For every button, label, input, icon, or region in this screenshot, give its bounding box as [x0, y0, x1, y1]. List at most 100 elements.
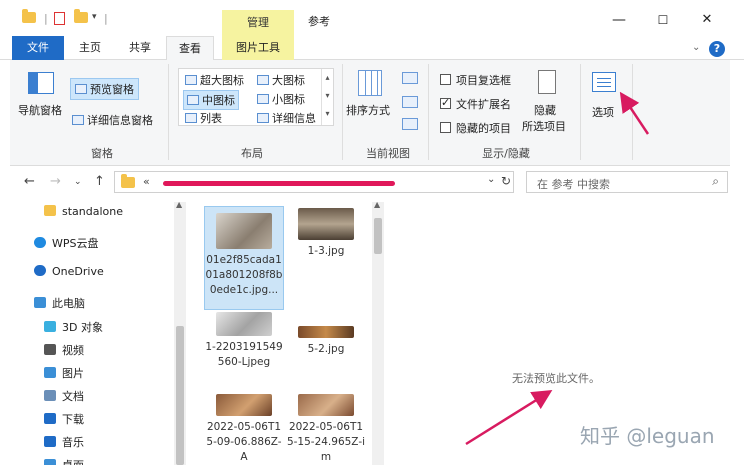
- layout-medium-label: 中图标: [202, 94, 235, 107]
- folder-icon: [44, 205, 56, 216]
- file-item[interactable]: 1-3.jpg: [286, 206, 366, 266]
- group-separator: [632, 64, 633, 160]
- close-button[interactable]: ✕: [694, 10, 720, 30]
- file-name: 2022-05-06T15-15-24.965Z-im: [286, 421, 366, 463]
- hide-button[interactable]: 隐藏: [534, 102, 556, 118]
- file-extensions-option[interactable]: 文件扩展名: [440, 96, 511, 112]
- redacted-path: [163, 181, 395, 186]
- layout-medium[interactable]: 中图标: [183, 90, 239, 110]
- collapse-ribbon-icon[interactable]: ⌄: [692, 42, 700, 53]
- nav-item-3d-objects[interactable]: 3D 对象: [44, 319, 103, 335]
- address-prefix: «: [143, 175, 150, 188]
- refresh-icon[interactable]: ↻: [501, 174, 511, 188]
- maximize-button[interactable]: ☐: [650, 10, 676, 30]
- selected-items-label[interactable]: 所选项目: [522, 118, 566, 134]
- help-icon[interactable]: ?: [709, 41, 725, 57]
- details-icon: [257, 113, 269, 123]
- file-item[interactable]: 1-2203191549560-Ljpeg: [204, 312, 284, 390]
- file-item[interactable]: 2022-05-06T15-09-06.886Z-A: [204, 394, 284, 465]
- size-columns-icon[interactable]: [402, 118, 418, 130]
- preview-pane-icon: [75, 84, 87, 94]
- picture-icon: [44, 367, 56, 378]
- nav-item-onedrive[interactable]: OneDrive: [34, 265, 104, 278]
- scroll-up-icon[interactable]: ▲: [176, 200, 182, 209]
- nav-item-label: 音乐: [62, 436, 84, 449]
- title-bar: | ▾ | 管理 参考 — ☐ ✕: [0, 0, 744, 36]
- layout-large[interactable]: 大图标: [257, 72, 305, 88]
- nav-item-label: standalone: [62, 205, 124, 218]
- context-tab-manage[interactable]: 管理: [222, 10, 294, 36]
- properties-icon[interactable]: [54, 12, 65, 28]
- layout-scroll[interactable]: ▴ ▾ ▾: [321, 69, 333, 125]
- nav-item-standalone[interactable]: standalone: [44, 205, 123, 218]
- nav-item-videos[interactable]: 视频: [44, 342, 84, 358]
- group-label-show-hide: 显示/隐藏: [482, 147, 530, 160]
- file-item[interactable]: 01e2f85cada101a801208f8b0ede1c.jpg...: [204, 206, 284, 310]
- item-checkboxes-option[interactable]: 项目复选框: [440, 72, 511, 88]
- download-icon: [44, 413, 56, 424]
- hidden-items-label: 隐藏的项目: [456, 122, 511, 135]
- search-input[interactable]: 在 参考 中搜索: [537, 176, 610, 192]
- layout-small[interactable]: 小图标: [257, 91, 305, 107]
- layout-list[interactable]: 列表: [185, 110, 222, 126]
- image-thumbnail: [216, 213, 272, 249]
- layout-details[interactable]: 详细信息: [257, 110, 316, 126]
- search-icon[interactable]: ⌕: [712, 174, 719, 189]
- layout-extra-large-label: 超大图标: [200, 74, 244, 87]
- file-scrollbar[interactable]: ▲: [372, 200, 384, 465]
- nav-item-pictures[interactable]: 图片: [44, 365, 84, 381]
- group-label-layout: 布局: [241, 147, 263, 160]
- file-item[interactable]: 5-2.jpg: [286, 326, 366, 366]
- watermark: 知乎 @leguan: [580, 424, 715, 448]
- preview-pane-button[interactable]: 预览窗格: [70, 78, 139, 100]
- file-item[interactable]: 2022-05-06T15-15-24.965Z-im: [286, 394, 366, 465]
- forward-icon[interactable]: →: [50, 174, 61, 189]
- group-label-panes: 窗格: [91, 147, 113, 160]
- nav-scroll-thumb[interactable]: [176, 326, 184, 465]
- options-button[interactable]: 选项: [592, 104, 614, 120]
- details-pane-button[interactable]: 详细信息窗格: [72, 112, 153, 128]
- group-by-icon[interactable]: [402, 72, 418, 84]
- tab-home[interactable]: 主页: [68, 36, 112, 60]
- file-scroll-thumb[interactable]: [374, 218, 382, 254]
- layout-extra-large[interactable]: 超大图标: [185, 72, 244, 88]
- sort-by-icon[interactable]: [358, 70, 382, 96]
- nav-pane-button[interactable]: 导航窗格: [18, 102, 62, 118]
- nav-item-music[interactable]: 音乐: [44, 434, 84, 450]
- navigation-pane: standalone WPS云盘 OneDrive 此电脑 3D 对象 视频 图…: [10, 198, 190, 465]
- preview-pane: 无法预览此文件。 知乎 @leguan: [394, 198, 730, 465]
- add-columns-icon[interactable]: [402, 96, 418, 108]
- sort-by-button[interactable]: 排序方式: [346, 102, 390, 118]
- ribbon-tabs: 文件 主页 共享 查看 图片工具 ⌄: [0, 36, 744, 61]
- address-dropdown-icon[interactable]: ⌄: [487, 174, 495, 185]
- tab-share[interactable]: 共享: [118, 36, 162, 60]
- tab-picture-tools[interactable]: 图片工具: [222, 36, 294, 60]
- back-icon[interactable]: ←: [24, 174, 35, 189]
- nav-item-wps-cloud[interactable]: WPS云盘: [34, 235, 99, 251]
- search-box[interactable]: 在 参考 中搜索 ⌕: [526, 171, 728, 193]
- address-bar[interactable]: « ⌄ ↻: [114, 171, 514, 193]
- new-folder-icon[interactable]: [74, 9, 88, 28]
- options-icon[interactable]: [592, 72, 616, 92]
- nav-item-documents[interactable]: 文档: [44, 388, 84, 404]
- minimize-button[interactable]: —: [606, 10, 632, 30]
- nav-item-this-pc[interactable]: 此电脑: [34, 295, 85, 311]
- ribbon-view: 导航窗格 预览窗格 详细信息窗格 窗格 超大图标 大图标 中图标 小图标 列表 …: [10, 60, 730, 166]
- recent-chevron-icon[interactable]: ⌄: [74, 177, 82, 187]
- tab-file[interactable]: 文件: [12, 36, 64, 60]
- item-checkboxes-checkbox[interactable]: [440, 74, 451, 85]
- nav-item-label: 此电脑: [52, 297, 85, 310]
- nav-item-desktop[interactable]: 桌面: [44, 457, 84, 465]
- nav-scrollbar[interactable]: ▲: [174, 200, 186, 465]
- tab-view[interactable]: 查看: [166, 36, 214, 61]
- hidden-items-option[interactable]: 隐藏的项目: [440, 120, 511, 136]
- nav-item-downloads[interactable]: 下载: [44, 411, 84, 427]
- hidden-items-checkbox[interactable]: [440, 122, 451, 133]
- image-thumbnail: [216, 312, 272, 336]
- hide-selected-icon[interactable]: [538, 70, 556, 94]
- scroll-up-icon[interactable]: ▲: [374, 200, 380, 209]
- nav-pane-icon[interactable]: [28, 72, 54, 94]
- customize-toolbar-icon[interactable]: ▾: [92, 12, 97, 28]
- file-extensions-checkbox[interactable]: [440, 96, 451, 109]
- up-icon[interactable]: ↑: [94, 174, 105, 189]
